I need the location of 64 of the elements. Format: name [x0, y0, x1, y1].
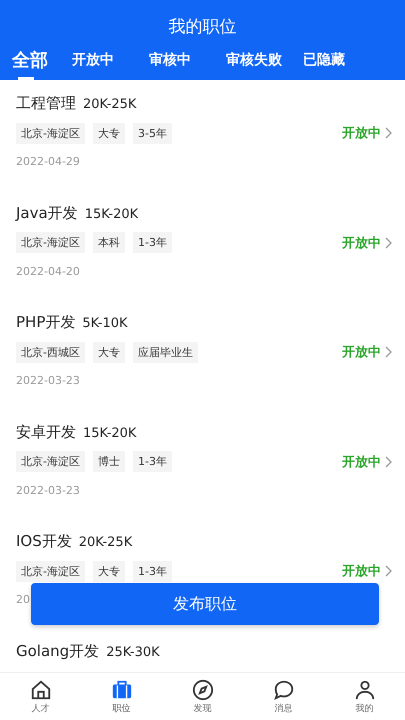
job-tag: 北京-西城区: [16, 342, 85, 362]
job-tag: 大专: [92, 122, 125, 144]
tab[interactable]: 全部: [12, 48, 48, 78]
job-tag: 1-3年: [132, 451, 172, 472]
compass-icon: [192, 679, 214, 701]
chevron-icon: [385, 346, 393, 358]
post-date: 2022-03-23: [16, 374, 80, 387]
nav-item[interactable]: 消息: [243, 673, 324, 720]
nav-label: 职位: [112, 702, 130, 715]
job-title: IOS开发: [16, 532, 72, 551]
post-date: 2022-03-23: [16, 484, 80, 496]
post-date: 2022-04-20: [16, 264, 80, 278]
job-tag: 应届毕业生: [132, 342, 198, 362]
job-tag: 大专: [92, 560, 125, 582]
salary-range: 5K-10K: [82, 316, 128, 331]
nav-label: 发现: [194, 702, 212, 715]
home-icon: [30, 679, 52, 701]
job-tag: 博士: [92, 451, 125, 472]
status-link[interactable]: 开放中: [342, 124, 393, 142]
chevron-icon: [385, 236, 393, 248]
tab[interactable]: 已隐藏: [303, 50, 380, 74]
status-link[interactable]: 开放中: [342, 343, 393, 361]
tab[interactable]: 审核失败: [226, 50, 303, 74]
nav-item[interactable]: 我的: [324, 673, 405, 720]
job-tag: 北京-海淀区: [16, 560, 85, 582]
salary-range: 20K-25K: [83, 97, 136, 112]
job-tag: 大专: [92, 342, 125, 362]
job-title: Golang开发: [16, 642, 100, 660]
job-tag: 北京-海淀区: [16, 232, 85, 253]
salary-range: 25K-30K: [106, 644, 160, 660]
nav-item[interactable]: 人才: [0, 673, 81, 720]
tab[interactable]: 开放中: [72, 50, 149, 74]
post-date: 2022-04-29: [16, 155, 80, 168]
page-title: 我的职位: [168, 16, 238, 39]
nav-label: 我的: [356, 702, 374, 715]
briefcase-icon: [110, 679, 132, 701]
nav-label: 人才: [32, 702, 50, 715]
job-tag: 3-5年: [132, 122, 172, 144]
nav-label: 消息: [274, 702, 292, 715]
salary-range: 15K-20K: [84, 206, 138, 222]
chevron-icon: [385, 456, 393, 468]
status-link[interactable]: 开放中: [342, 234, 393, 252]
user-icon: [354, 679, 376, 701]
chevron-icon: [385, 565, 393, 577]
job-tag: 本科: [92, 232, 125, 253]
status-link[interactable]: 开放中: [342, 452, 393, 470]
nav-item[interactable]: 职位: [81, 673, 162, 720]
publish-button[interactable]: 发布职位: [31, 583, 379, 625]
chat-icon: [272, 679, 294, 701]
post-date: 20: [16, 593, 30, 606]
job-tag: 1-3年: [132, 232, 172, 253]
nav-item[interactable]: 发现: [162, 673, 243, 720]
job-tag: 北京-海淀区: [16, 451, 85, 472]
job-tag: 北京-海淀区: [16, 122, 85, 144]
salary-range: 20K-25K: [78, 535, 132, 550]
salary-range: 15K-20K: [83, 426, 136, 440]
job-title: 安卓开发: [16, 422, 76, 442]
tab[interactable]: 审核中: [149, 50, 226, 74]
chevron-icon: [385, 127, 393, 139]
job-title: Java开发: [16, 204, 78, 222]
job-title: PHP开发: [16, 313, 76, 332]
status-link[interactable]: 开放中: [342, 562, 393, 580]
job-tag: 1-3年: [132, 560, 172, 582]
job-title: 工程管理: [16, 94, 76, 113]
